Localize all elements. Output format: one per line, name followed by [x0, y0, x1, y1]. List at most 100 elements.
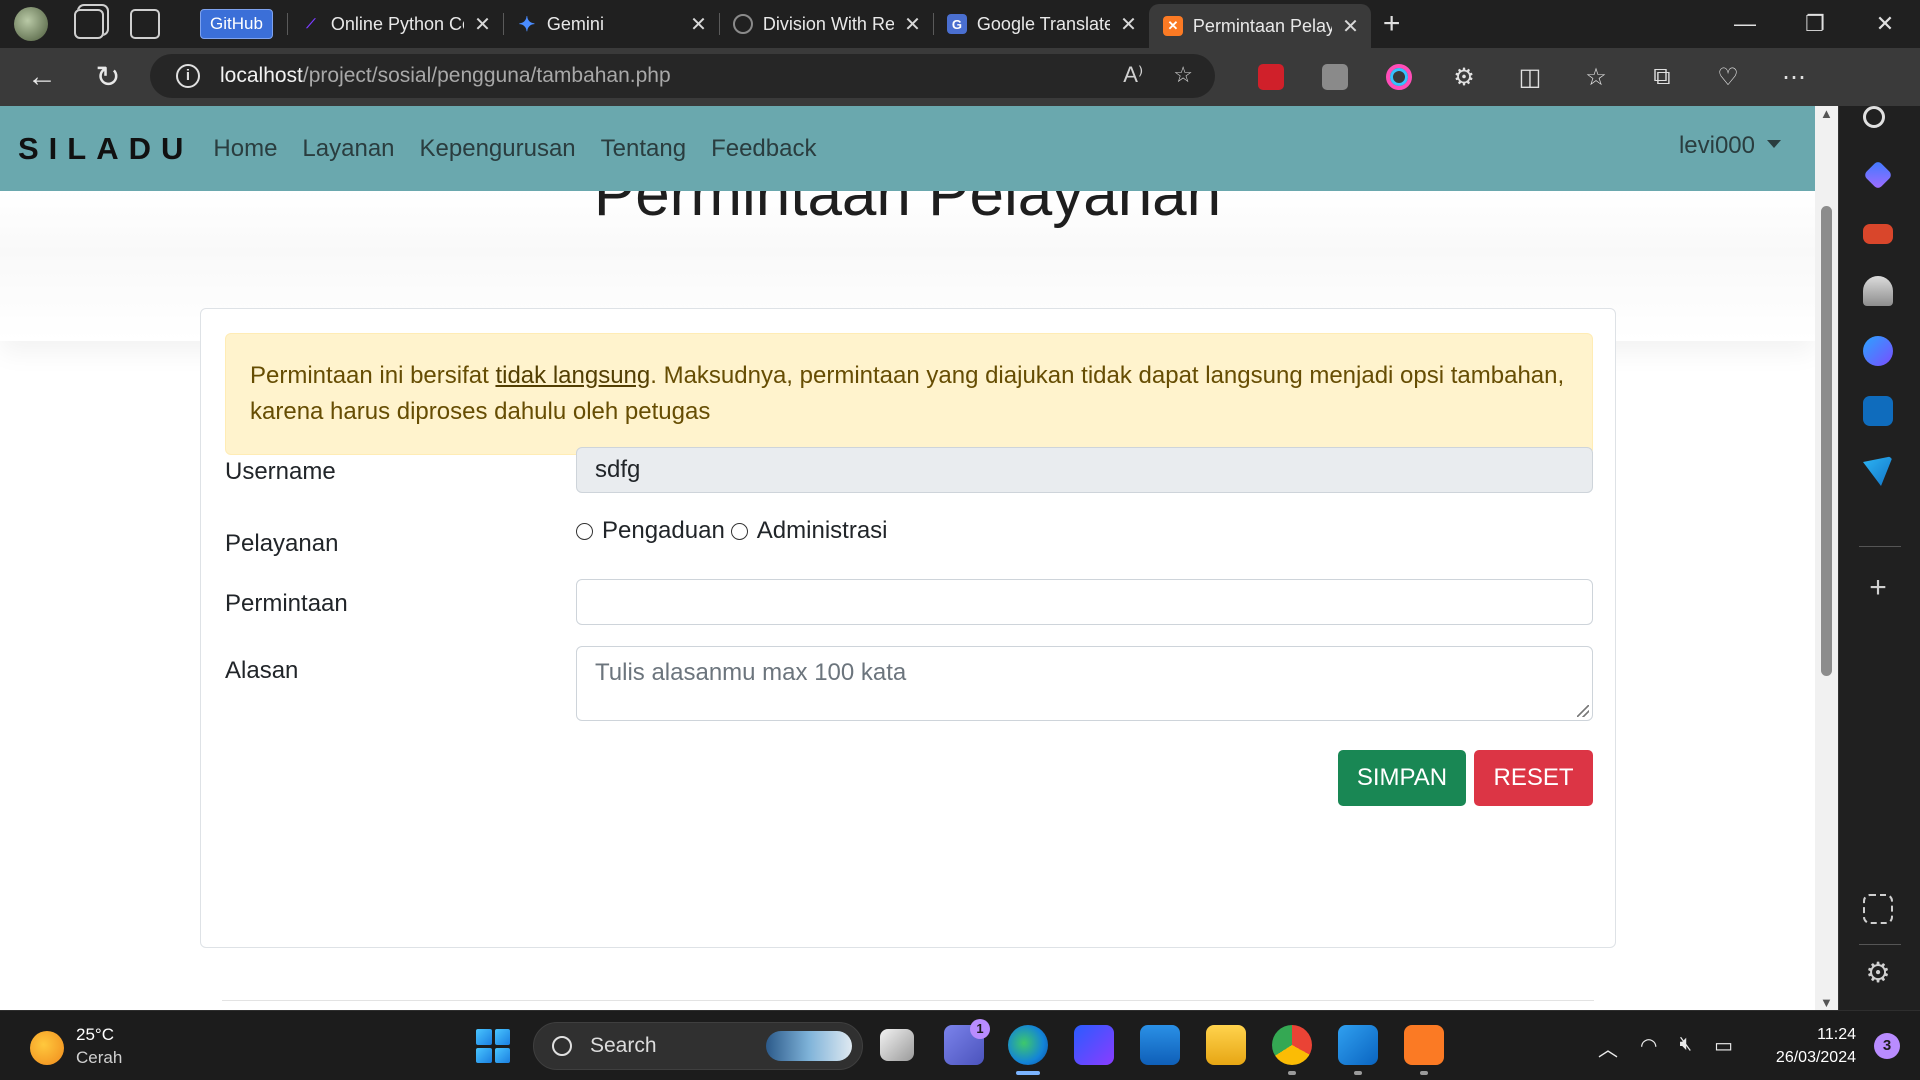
- vscode-icon[interactable]: [1338, 1025, 1378, 1075]
- page-viewport: SILADU Home Layanan Kepengurusan Tentang…: [0, 106, 1815, 1010]
- file-explorer-icon[interactable]: [1206, 1025, 1246, 1065]
- shopping-tag-icon[interactable]: [1863, 160, 1893, 190]
- extensions-puzzle-icon[interactable]: ⚙: [1450, 63, 1478, 92]
- search-icon[interactable]: [1863, 106, 1885, 128]
- permintaan-row: Permintaan: [225, 579, 1593, 625]
- telegram-icon[interactable]: [1863, 456, 1893, 486]
- radio-pengaduan[interactable]: [576, 522, 593, 540]
- new-tab-button[interactable]: +: [1383, 7, 1401, 41]
- alasan-textarea[interactable]: Tulis alasanmu max 100 kata: [576, 646, 1593, 721]
- close-tab-icon[interactable]: ✕: [1342, 14, 1359, 39]
- task-view-icon[interactable]: [880, 1029, 914, 1061]
- radio-pengaduan-label[interactable]: Pengaduan: [602, 517, 725, 545]
- outlook-icon[interactable]: [1863, 396, 1893, 426]
- resize-handle-icon[interactable]: [1577, 705, 1589, 717]
- tools-icon[interactable]: [1863, 224, 1893, 244]
- username-label: Username: [225, 458, 336, 485]
- profile-avatar[interactable]: [14, 7, 48, 41]
- close-tab-icon[interactable]: ✕: [1120, 12, 1137, 37]
- volume-muted-icon[interactable]: 🔇︎: [1679, 1033, 1692, 1062]
- favorite-star-icon[interactable]: ☆: [1173, 62, 1193, 88]
- nav-kepengurusan[interactable]: Kepengurusan: [420, 135, 576, 163]
- chat-badge: 1: [970, 1019, 990, 1039]
- tray-overflow-chevron-icon[interactable]: ︿: [1598, 1033, 1618, 1062]
- tab-online-python[interactable]: ⟋ Online Python Comp ✕: [286, 0, 503, 48]
- alasan-row: Alasan Tulis alasanmu max 100 kata: [225, 646, 1593, 721]
- teams-chat-icon[interactable]: 1: [944, 1019, 990, 1065]
- battery-icon[interactable]: ▭: [1714, 1033, 1733, 1062]
- address-bar[interactable]: i localhost/project/sosial/pengguna/tamb…: [150, 54, 1215, 98]
- system-clock[interactable]: 11:24 26/03/2024: [1776, 1023, 1856, 1069]
- tab-gemini[interactable]: ✦ Gemini ✕: [502, 0, 719, 48]
- scroll-up-arrow-icon[interactable]: ▲: [1820, 106, 1833, 121]
- read-aloud-icon[interactable]: A⁾: [1123, 62, 1143, 88]
- tab-title: Google Translate: [976, 13, 1111, 34]
- nav-feedback[interactable]: Feedback: [711, 135, 816, 163]
- radio-administrasi-label[interactable]: Administrasi: [757, 517, 888, 545]
- copilot-app-icon[interactable]: [1863, 336, 1893, 366]
- split-screen-icon[interactable]: ◫: [1516, 63, 1544, 92]
- close-tab-icon[interactable]: ✕: [904, 12, 921, 37]
- close-tab-icon[interactable]: ✕: [474, 12, 491, 37]
- system-tray: ︿ ◠ 🔇︎ ▭: [1598, 1033, 1733, 1062]
- radio-administrasi[interactable]: [730, 522, 748, 540]
- tab-division-remainder[interactable]: Division With Remair ✕: [718, 0, 933, 48]
- permintaan-input[interactable]: [576, 579, 1593, 625]
- games-icon[interactable]: [1863, 276, 1893, 306]
- favorites-icon[interactable]: ☆: [1582, 63, 1610, 92]
- nav-home[interactable]: Home: [213, 135, 277, 163]
- alert-link[interactable]: tidak langsung: [495, 362, 650, 389]
- weather-widget[interactable]: 25°C Cerah: [30, 1025, 122, 1068]
- collections-icon[interactable]: ⧉: [1648, 63, 1676, 91]
- mendeley-extension-icon[interactable]: [1258, 64, 1284, 90]
- add-sidebar-app-icon[interactable]: +: [1863, 573, 1893, 604]
- tab-google-translate[interactable]: G Google Translate ✕: [932, 0, 1149, 48]
- user-dropdown[interactable]: levi000: [1679, 132, 1781, 160]
- simpan-button[interactable]: SIMPAN: [1338, 750, 1466, 806]
- chrome-icon[interactable]: [1272, 1025, 1312, 1075]
- color-picker-extension-icon[interactable]: [1386, 64, 1412, 90]
- tab-permintaan-pelayanan[interactable]: ✕ Permintaan Pelayana ✕: [1148, 4, 1371, 48]
- refresh-icon[interactable]: ↻: [88, 60, 128, 95]
- username-field[interactable]: sdfg: [576, 447, 1593, 493]
- tab-title: Permintaan Pelayana: [1192, 15, 1333, 36]
- xampp-icon[interactable]: [1404, 1025, 1444, 1075]
- taskbar-search-box[interactable]: Search: [533, 1022, 863, 1070]
- site-info-icon[interactable]: i: [176, 64, 200, 88]
- xampp-icon: ✕: [1162, 16, 1183, 36]
- windows-start-icon[interactable]: [476, 1029, 510, 1063]
- page-scrollbar[interactable]: ▲ ▼: [1815, 106, 1838, 1010]
- browser-toolbar: ← ↻ i localhost/project/sosial/pengguna/…: [0, 48, 1920, 144]
- sidebar-settings-gear-icon[interactable]: ⚙: [1863, 958, 1893, 988]
- tab-title: Online Python Comp: [330, 13, 464, 34]
- more-menu-icon[interactable]: ⋯: [1780, 63, 1808, 92]
- reset-button[interactable]: RESET: [1474, 750, 1593, 806]
- chatgpt-icon: [732, 14, 753, 34]
- scrollbar-thumb[interactable]: [1821, 206, 1832, 676]
- wifi-icon[interactable]: ◠: [1640, 1033, 1657, 1062]
- extension-icon[interactable]: [1322, 64, 1348, 90]
- mail-icon[interactable]: [1140, 1025, 1180, 1065]
- next-section-edge: [222, 1000, 1594, 1010]
- back-arrow-icon[interactable]: ←: [22, 60, 62, 94]
- sidebar-divider: [1859, 944, 1901, 945]
- nav-tentang[interactable]: Tentang: [601, 135, 686, 163]
- url-path: /project/sosial/pengguna/tambahan.php: [302, 64, 671, 87]
- close-window-icon[interactable]: ✕: [1850, 11, 1920, 37]
- close-tab-icon[interactable]: ✕: [690, 12, 707, 37]
- username-row: Username sdfg: [225, 447, 1593, 493]
- edge-browser-icon[interactable]: [1008, 1025, 1048, 1075]
- workspaces-icon[interactable]: [74, 9, 104, 39]
- scroll-down-arrow-icon[interactable]: ▼: [1820, 995, 1833, 1010]
- minimize-icon[interactable]: —: [1710, 11, 1780, 37]
- notification-badge[interactable]: 3: [1874, 1033, 1900, 1059]
- restore-icon[interactable]: ❐: [1780, 11, 1850, 37]
- tab-title: Division With Remair: [762, 13, 895, 34]
- nav-layanan[interactable]: Layanan: [302, 135, 394, 163]
- pycharm-app-icon[interactable]: [1074, 1025, 1114, 1065]
- browser-essentials-icon[interactable]: ♡: [1714, 63, 1742, 92]
- site-brand[interactable]: SILADU: [18, 131, 193, 167]
- screenshot-icon[interactable]: [1863, 894, 1893, 924]
- tab-actions-icon[interactable]: [130, 9, 160, 39]
- github-tab-group-chip[interactable]: GitHub: [200, 9, 273, 39]
